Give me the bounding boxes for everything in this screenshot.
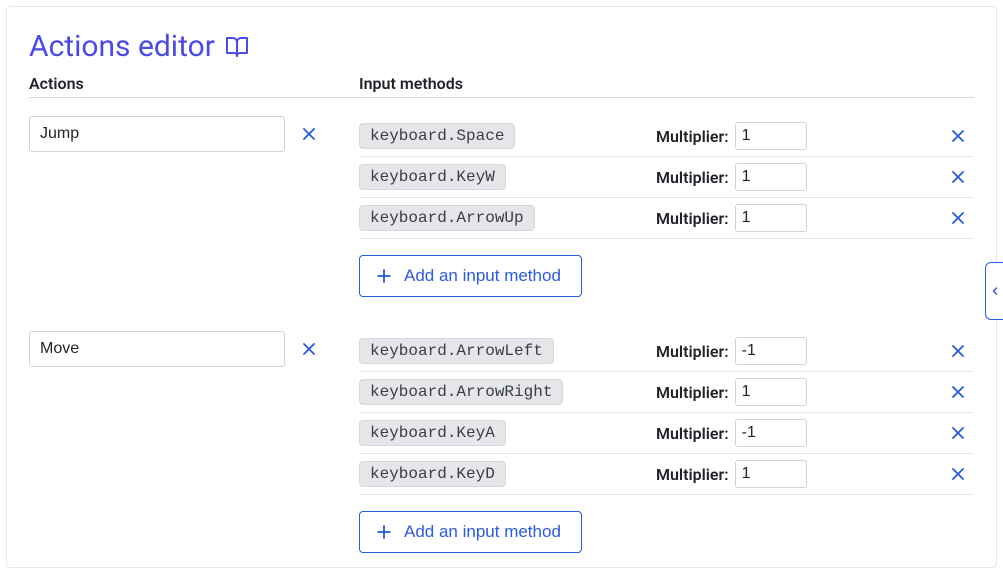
input-key-chip[interactable]: keyboard.ArrowRight bbox=[359, 379, 563, 405]
remove-input-icon[interactable] bbox=[948, 208, 974, 228]
multiplier-input[interactable] bbox=[735, 378, 807, 406]
actions-editor-panel: Actions editor Actions Input methods key… bbox=[6, 6, 997, 568]
input-key-chip[interactable]: keyboard.Space bbox=[359, 123, 515, 149]
remove-input-icon[interactable] bbox=[948, 167, 974, 187]
inputs-column: keyboard.Space Multiplier: keyboard.KeyW Mu… bbox=[359, 116, 974, 297]
input-row: keyboard.ArrowRight Multiplier: bbox=[359, 372, 974, 413]
multiplier-input[interactable] bbox=[735, 419, 807, 447]
input-key-chip[interactable]: keyboard.KeyD bbox=[359, 461, 506, 487]
header-actions: Actions bbox=[29, 74, 359, 93]
multiplier-label: Multiplier: bbox=[656, 342, 729, 361]
input-key-wrap: keyboard.Space bbox=[359, 123, 656, 149]
input-key-chip[interactable]: keyboard.ArrowLeft bbox=[359, 338, 554, 364]
input-row: keyboard.KeyA Multiplier: bbox=[359, 413, 974, 454]
input-row: keyboard.Space Multiplier: bbox=[359, 116, 974, 157]
page-title: Actions editor bbox=[29, 29, 215, 64]
plus-icon bbox=[374, 266, 394, 286]
multiplier-input[interactable] bbox=[735, 460, 807, 488]
input-key-wrap: keyboard.ArrowLeft bbox=[359, 338, 656, 364]
input-key-chip[interactable]: keyboard.KeyA bbox=[359, 420, 506, 446]
multiplier-label: Multiplier: bbox=[656, 168, 729, 187]
remove-input-icon[interactable] bbox=[948, 126, 974, 146]
input-key-wrap: keyboard.ArrowRight bbox=[359, 379, 656, 405]
multiplier-input[interactable] bbox=[735, 163, 807, 191]
input-key-wrap: keyboard.KeyW bbox=[359, 164, 656, 190]
remove-action-icon[interactable] bbox=[299, 331, 319, 367]
action-left bbox=[29, 116, 359, 297]
remove-input-icon[interactable] bbox=[948, 464, 974, 484]
multiplier-label: Multiplier: bbox=[656, 127, 729, 146]
input-key-wrap: keyboard.KeyA bbox=[359, 420, 656, 446]
multiplier-input[interactable] bbox=[735, 204, 807, 232]
multiplier-label: Multiplier: bbox=[656, 383, 729, 402]
input-row: keyboard.KeyW Multiplier: bbox=[359, 157, 974, 198]
action-block: keyboard.Space Multiplier: keyboard.KeyW Mu… bbox=[29, 116, 974, 297]
multiplier-label: Multiplier: bbox=[656, 424, 729, 443]
input-row: keyboard.ArrowLeft Multiplier: bbox=[359, 331, 974, 372]
header-inputs: Input methods bbox=[359, 74, 463, 93]
action-name-input[interactable] bbox=[29, 331, 285, 367]
add-input-method-button[interactable]: Add an input method bbox=[359, 511, 582, 553]
input-row: keyboard.ArrowUp Multiplier: bbox=[359, 198, 974, 239]
input-key-chip[interactable]: keyboard.KeyW bbox=[359, 164, 506, 190]
action-left bbox=[29, 331, 359, 553]
multiplier-input[interactable] bbox=[735, 122, 807, 150]
multiplier-label: Multiplier: bbox=[656, 465, 729, 484]
column-headers: Actions Input methods bbox=[29, 74, 974, 98]
add-input-method-label: Add an input method bbox=[404, 522, 561, 542]
remove-input-icon[interactable] bbox=[948, 382, 974, 402]
action-block: keyboard.ArrowLeftMultiplier:keyboard.Ar… bbox=[29, 331, 974, 553]
remove-action-icon[interactable] bbox=[299, 116, 319, 152]
title-row: Actions editor bbox=[29, 29, 974, 64]
multiplier-label: Multiplier: bbox=[656, 209, 729, 228]
input-key-wrap: keyboard.KeyD bbox=[359, 461, 656, 487]
multiplier-input[interactable] bbox=[735, 337, 807, 365]
input-key-chip[interactable]: keyboard.ArrowUp bbox=[359, 205, 535, 231]
side-tab-button[interactable] bbox=[985, 262, 1003, 320]
book-icon[interactable] bbox=[225, 35, 249, 59]
remove-input-icon[interactable] bbox=[948, 423, 974, 443]
add-input-method-label: Add an input method bbox=[404, 266, 561, 286]
action-name-input[interactable] bbox=[29, 116, 285, 152]
inputs-column: keyboard.ArrowLeftMultiplier:keyboard.Ar… bbox=[359, 331, 974, 553]
input-key-wrap: keyboard.ArrowUp bbox=[359, 205, 656, 231]
add-input-method-button[interactable]: Add an input method bbox=[359, 255, 582, 297]
remove-input-icon[interactable] bbox=[948, 341, 974, 361]
input-row: keyboard.KeyD Multiplier: bbox=[359, 454, 974, 495]
plus-icon bbox=[374, 522, 394, 542]
